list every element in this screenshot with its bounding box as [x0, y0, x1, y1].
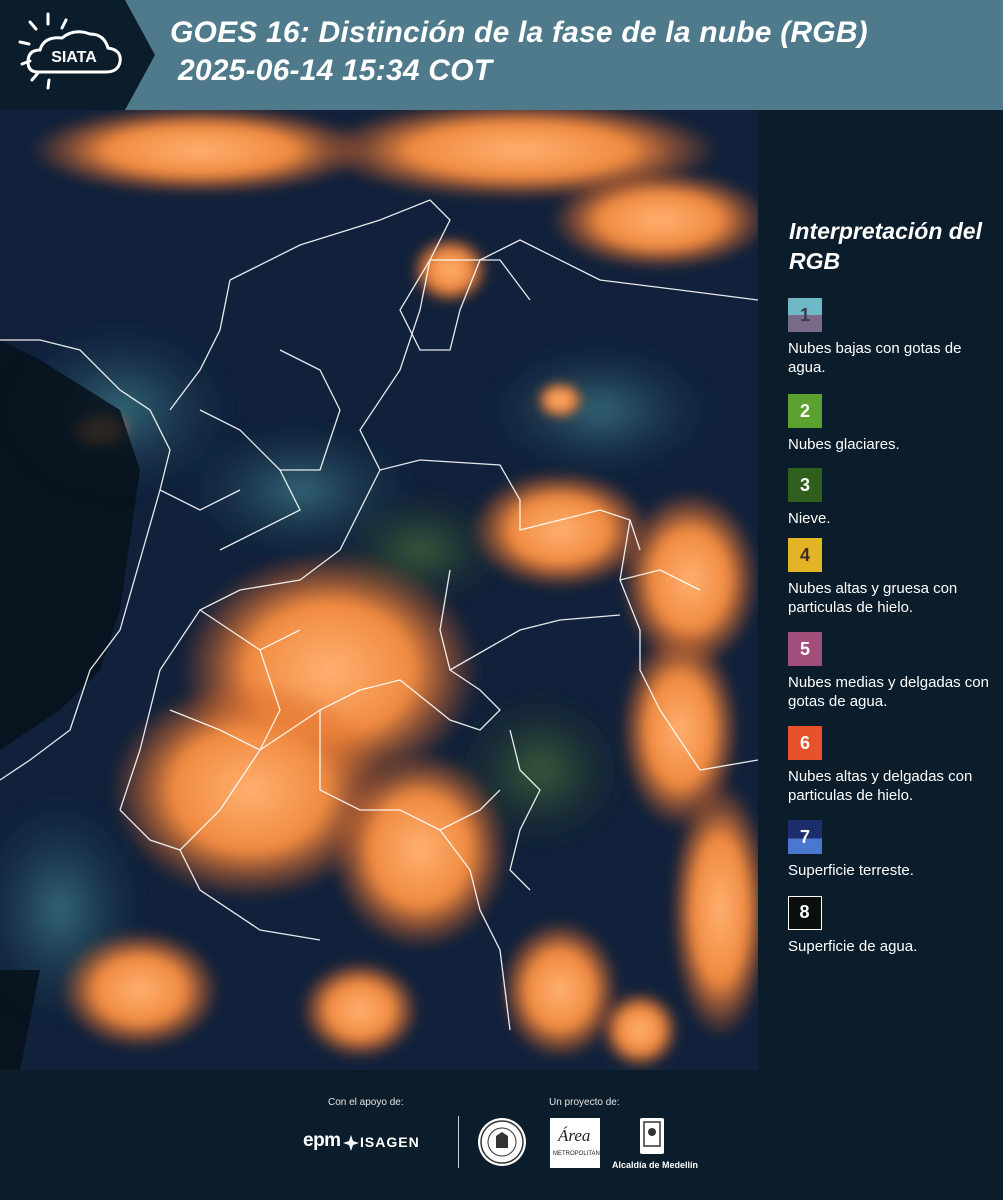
- legend-label-6: Nubes altas y delgadas con particulas de…: [788, 768, 973, 804]
- project-label: Un proyecto de:: [549, 1097, 620, 1108]
- area-metropolitana-logo: Área METROPOLITANA: [550, 1118, 604, 1168]
- legend-label-1: Nubes bajas con gotas de agua.: [788, 340, 962, 376]
- legend-panel: Interpretación del RGB 1 Nubes bajas con…: [758, 110, 1003, 1070]
- satellite-image: [0, 110, 758, 1070]
- legend-label-2: Nubes glaciares.: [788, 436, 900, 453]
- footer: Con el apoyo de: Un proyecto de: epm ISA…: [0, 1070, 1003, 1200]
- legend-label-3: Nieve.: [788, 510, 831, 527]
- legend-item-8: 8 Superficie de agua.: [788, 896, 998, 956]
- alcaldia-label: Alcaldía de Medellín: [612, 1160, 699, 1170]
- legend-swatch-7: 7: [788, 820, 822, 854]
- medellin-seal-icon: [478, 1118, 526, 1166]
- legend-swatch-1: 1: [788, 298, 822, 332]
- footer-divider: [458, 1116, 459, 1168]
- legend-label-4: Nubes altas y gruesa con particulas de h…: [788, 580, 958, 616]
- isagen-icon: [343, 1135, 359, 1151]
- siata-logo: SIATA: [0, 0, 155, 110]
- legend-title: Interpretación del RGB: [789, 218, 982, 274]
- legend-item-7: 7 Superficie terreste.: [788, 820, 998, 880]
- legend-label-5: Nubes medias y delgadas con gotas de agu…: [788, 674, 989, 710]
- legend-item-5: 5 Nubes medias y delgadas con gotas de a…: [788, 632, 998, 711]
- support-label: Con el apoyo de:: [328, 1097, 404, 1108]
- legend-item-2: 2 Nubes glaciares.: [788, 394, 998, 454]
- page-title: GOES 16: Distinción de la fase de la nub…: [170, 14, 868, 90]
- legend-swatch-5: 5: [788, 632, 822, 666]
- legend-swatch-6: 6: [788, 726, 822, 760]
- header-bar: SIATA GOES 16: Distinción de la fase de …: [0, 0, 1003, 110]
- legend-label-7: Superficie terreste.: [788, 862, 914, 879]
- legend-swatch-2: 2: [788, 394, 822, 428]
- legend-item-6: 6 Nubes altas y delgadas con particulas …: [788, 726, 998, 805]
- legend-item-4: 4 Nubes altas y gruesa con particulas de…: [788, 538, 998, 617]
- legend-item-3: 3 Nieve.: [788, 468, 998, 528]
- epm-logo: epm: [303, 1130, 341, 1151]
- alcaldia-shield-icon: [640, 1118, 664, 1154]
- legend-label-8: Superficie de agua.: [788, 938, 918, 955]
- legend-swatch-8: 8: [788, 896, 822, 930]
- legend-swatch-3: 3: [788, 468, 822, 502]
- title-line-1: GOES 16: Distinción de la fase de la nub…: [170, 16, 868, 49]
- legend-swatch-4: 4: [788, 538, 822, 572]
- svg-text:SIATA: SIATA: [51, 49, 97, 66]
- legend-item-1: 1 Nubes bajas con gotas de agua.: [788, 298, 998, 377]
- title-line-2: 2025-06-14 15:34 COT: [178, 54, 493, 87]
- isagen-logo: ISAGEN: [360, 1134, 420, 1150]
